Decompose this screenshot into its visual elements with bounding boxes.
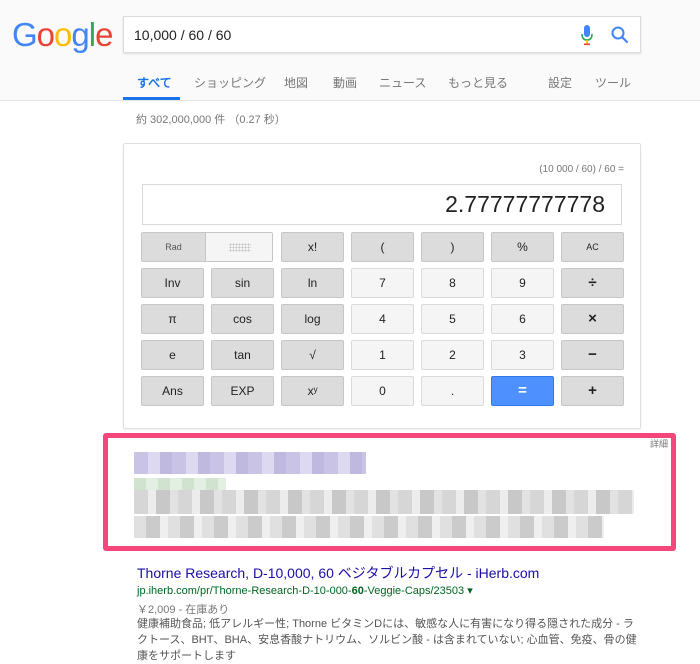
digit-3-key[interactable]: 3 (491, 340, 554, 370)
tab-tools[interactable]: ツール (595, 74, 631, 91)
result-stats: 約 302,000,000 件 （0.27 秒） (136, 114, 286, 126)
sin-key[interactable]: sin (211, 268, 274, 298)
logo-letter: o (36, 16, 55, 53)
ln-key[interactable]: ln (281, 268, 344, 298)
digit-1-key[interactable]: 1 (351, 340, 414, 370)
exp-key[interactable]: EXP (211, 376, 274, 406)
all-clear-key[interactable]: AC (561, 232, 624, 262)
cos-key[interactable]: cos (211, 304, 274, 334)
sqrt-key[interactable]: √ (281, 340, 344, 370)
logo-letter: g (71, 16, 89, 53)
url-menu-arrow-icon[interactable]: ▾ (467, 585, 473, 597)
result-snippet: 健康補助食品; 低アレルギー性; Thorne ビタミンDには、敏感な人に有害に… (137, 618, 637, 662)
highlighted-ad-box (103, 433, 676, 551)
calculator-display: 2.77777777778 (142, 184, 622, 225)
result-title-link[interactable]: Thorne Research, D-10,000, 60 ベジタブルカプセル … (137, 563, 539, 583)
mic-icon[interactable] (580, 24, 594, 46)
tab-maps[interactable]: 地図 (284, 74, 308, 91)
result-url[interactable]: jp.iherb.com/pr/Thorne-Research-D-10-000… (137, 584, 473, 597)
blurred-ad-text-2 (134, 516, 604, 538)
left-paren-key[interactable]: ( (351, 232, 414, 262)
power-key[interactable]: xʸ (281, 376, 344, 406)
tab-settings[interactable]: 設定 (548, 74, 572, 91)
divide-key[interactable]: ÷ (561, 268, 624, 298)
dots-icon (229, 243, 251, 252)
search-tabs: すべて ショッピング 地図 動画 ニュース もっと見る 設定 ツール (0, 70, 700, 101)
right-paren-key[interactable]: ) (421, 232, 484, 262)
logo-letter: e (95, 16, 113, 53)
tan-key[interactable]: tan (211, 340, 274, 370)
angle-mode-toggle[interactable]: Rad (141, 232, 273, 262)
equals-key[interactable]: = (491, 376, 554, 406)
logo-letter: G (12, 16, 38, 53)
result-url-match: 60 (351, 585, 364, 597)
search-header: Google すべて ショッピング 地図 動画 ニュース もっと見る 設定 ツー… (0, 0, 700, 101)
digit-2-key[interactable]: 2 (421, 340, 484, 370)
percent-key[interactable]: % (491, 232, 554, 262)
factorial-key[interactable]: x! (281, 232, 344, 262)
rad-button[interactable]: Rad (142, 233, 206, 261)
google-logo[interactable]: Google (12, 16, 113, 53)
ad-detail-link[interactable]: 詳細 (650, 437, 668, 450)
ans-key[interactable]: Ans (141, 376, 204, 406)
digit-0-key[interactable]: 0 (351, 376, 414, 406)
pi-key[interactable]: π (141, 304, 204, 334)
inv-key[interactable]: Inv (141, 268, 204, 298)
search-icon[interactable] (610, 25, 630, 45)
digit-8-key[interactable]: 8 (421, 268, 484, 298)
calculator-expression: (10 000 / 60) / 60 = (539, 164, 624, 175)
deg-button[interactable] (206, 233, 272, 261)
digit-4-key[interactable]: 4 (351, 304, 414, 334)
digit-5-key[interactable]: 5 (421, 304, 484, 334)
tab-news[interactable]: ニュース (379, 74, 426, 91)
result-price-stock: ￥2,009 - 在庫あり (137, 604, 230, 616)
plus-key[interactable]: + (561, 376, 624, 406)
blurred-ad-text-1 (134, 490, 634, 514)
euler-key[interactable]: e (141, 340, 204, 370)
logo-letter: o (54, 16, 72, 53)
result-url-suffix: -Veggie-Caps/23503 (363, 585, 465, 597)
search-input[interactable] (134, 25, 554, 45)
log-key[interactable]: log (281, 304, 344, 334)
minus-key[interactable]: − (561, 340, 624, 370)
digit-6-key[interactable]: 6 (491, 304, 554, 334)
digit-9-key[interactable]: 9 (491, 268, 554, 298)
tab-all[interactable]: すべて (137, 74, 172, 91)
tab-shopping[interactable]: ショッピング (194, 74, 266, 91)
active-tab-indicator (123, 97, 180, 100)
blurred-ad-title (134, 452, 366, 474)
tab-videos[interactable]: 動画 (333, 74, 357, 91)
decimal-key[interactable]: . (421, 376, 484, 406)
tab-more[interactable]: もっと見る (448, 74, 508, 91)
digit-7-key[interactable]: 7 (351, 268, 414, 298)
calculator-card: (10 000 / 60) / 60 = 2.77777777778 Rad x… (123, 143, 641, 429)
multiply-key[interactable]: × (561, 304, 624, 334)
search-box[interactable] (123, 16, 641, 53)
calculator-result: 2.77777777778 (445, 191, 605, 217)
result-url-prefix: jp.iherb.com/pr/Thorne-Research-D-10-000… (137, 585, 352, 597)
